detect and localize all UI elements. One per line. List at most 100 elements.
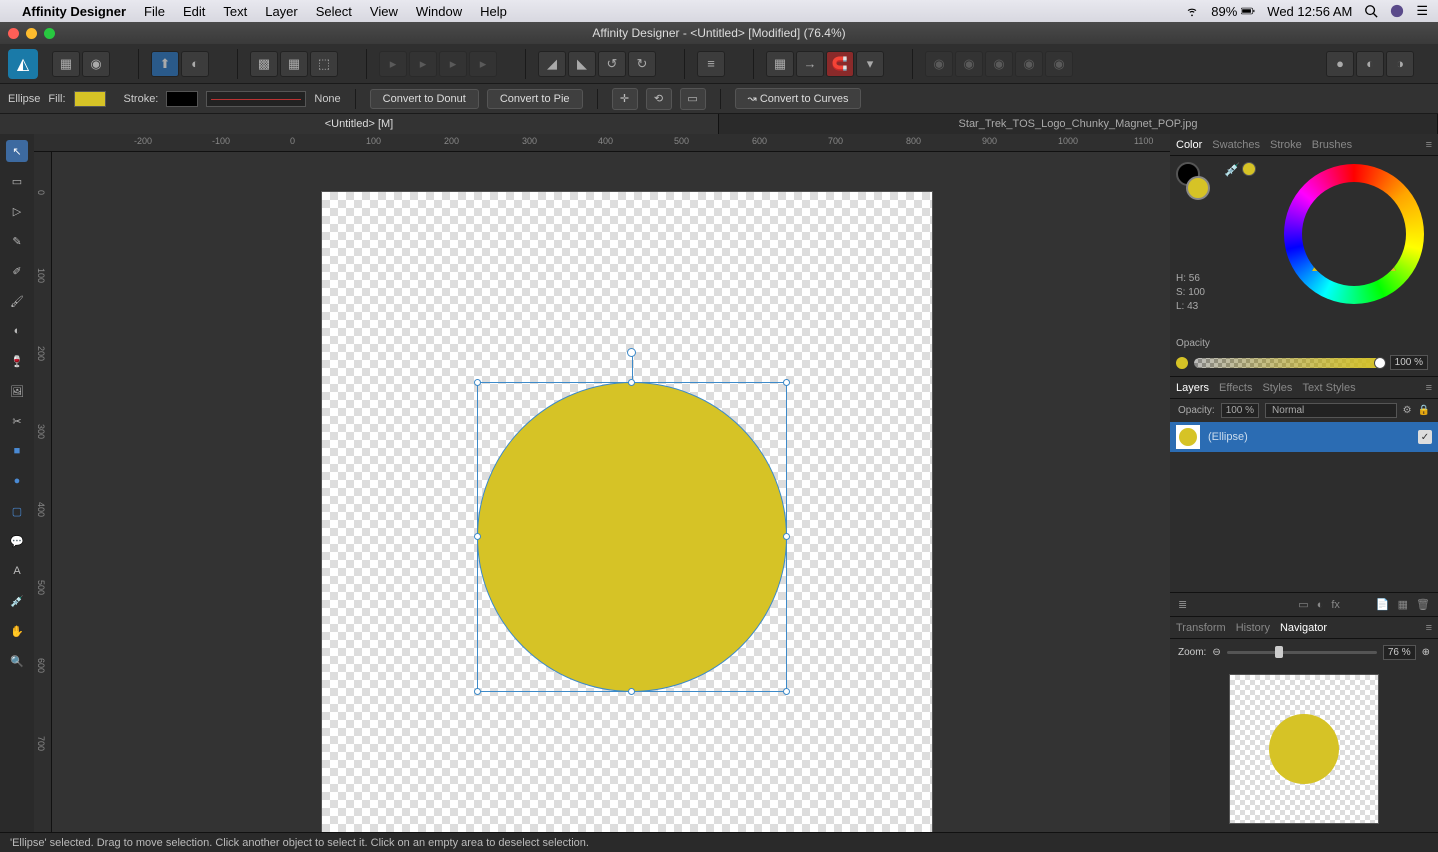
- tab-history[interactable]: History: [1236, 622, 1270, 634]
- fill-tool[interactable]: ◐: [6, 320, 28, 342]
- tab-transform[interactable]: Transform: [1176, 622, 1226, 634]
- menu-text[interactable]: Text: [223, 4, 247, 19]
- mask-icon[interactable]: ▭: [1298, 598, 1308, 611]
- lock-icon[interactable]: 🔒: [1418, 405, 1430, 416]
- tab-stroke[interactable]: Stroke: [1270, 139, 1302, 151]
- resize-handle-tr[interactable]: [783, 379, 790, 386]
- menu-edit[interactable]: Edit: [183, 4, 205, 19]
- fx-icon[interactable]: fx: [1331, 599, 1340, 611]
- tab-swatches[interactable]: Swatches: [1212, 139, 1260, 151]
- clock[interactable]: Wed 12:56 AM: [1267, 4, 1352, 19]
- snap-options-button[interactable]: ▾: [856, 51, 884, 77]
- layer-row-ellipse[interactable]: (Ellipse) ✓: [1170, 422, 1438, 452]
- menu-window[interactable]: Window: [416, 4, 462, 19]
- flip-horizontal-button[interactable]: ◢: [538, 51, 566, 77]
- eyedropper-swatch[interactable]: [1242, 162, 1256, 176]
- zoom-value[interactable]: 76 %: [1383, 645, 1416, 660]
- add-pixel-layer-icon[interactable]: ▦: [1398, 598, 1408, 611]
- menu-layer[interactable]: Layer: [265, 4, 298, 19]
- resize-handle-bl[interactable]: [474, 688, 481, 695]
- blend-mode-select[interactable]: Normal: [1265, 403, 1397, 418]
- select-all-button[interactable]: ▩: [250, 51, 278, 77]
- preview-mode-button[interactable]: ◐: [181, 51, 209, 77]
- eyedropper-icon[interactable]: 💉: [1224, 162, 1240, 178]
- app-name[interactable]: Affinity Designer: [22, 4, 126, 19]
- resize-handle-tm[interactable]: [628, 379, 635, 386]
- insert-behind-button[interactable]: ◐: [1356, 51, 1384, 77]
- wifi-icon[interactable]: [1185, 4, 1199, 18]
- boolean-xor-button[interactable]: ◉: [1015, 51, 1043, 77]
- zoom-slider[interactable]: [1227, 651, 1377, 654]
- move-backward-button[interactable]: ▸: [409, 51, 437, 77]
- layers-empty-area[interactable]: [1170, 452, 1438, 592]
- zoom-tool[interactable]: 🔍: [6, 650, 28, 672]
- app-logo-icon[interactable]: ◭: [8, 49, 38, 79]
- spotlight-icon[interactable]: [1364, 4, 1378, 18]
- boolean-divide-button[interactable]: ◉: [1045, 51, 1073, 77]
- siri-icon[interactable]: [1390, 4, 1404, 18]
- panel-menu-icon[interactable]: ≡: [1426, 139, 1432, 151]
- place-image-tool[interactable]: 🖼: [6, 380, 28, 402]
- view-mode-button[interactable]: ⬆: [151, 51, 179, 77]
- panel-menu-icon[interactable]: ≡: [1426, 622, 1432, 634]
- callout-tool[interactable]: 💬: [6, 530, 28, 552]
- zoom-thumb[interactable]: [1275, 646, 1283, 658]
- rotate-ccw-button[interactable]: ↺: [598, 51, 626, 77]
- boolean-intersect-button[interactable]: ◉: [985, 51, 1013, 77]
- tab-navigator[interactable]: Navigator: [1280, 622, 1327, 634]
- document-tab-untitled[interactable]: <Untitled> [M]: [0, 114, 719, 134]
- boolean-add-button[interactable]: ◉: [925, 51, 953, 77]
- resize-handle-lm[interactable]: [474, 533, 481, 540]
- text-tool[interactable]: A: [6, 560, 28, 582]
- zoom-in-button[interactable]: ⊕: [1422, 647, 1430, 658]
- navigator-preview[interactable]: [1229, 674, 1379, 824]
- tab-text-styles[interactable]: Text Styles: [1302, 382, 1355, 394]
- transform-origin-button[interactable]: ✛: [612, 88, 638, 110]
- node-tool[interactable]: ▷: [6, 200, 28, 222]
- persona-designer-button[interactable]: ▦: [52, 51, 80, 77]
- layer-opacity-value[interactable]: 100 %: [1221, 403, 1259, 418]
- resize-handle-tl[interactable]: [474, 379, 481, 386]
- zoom-out-button[interactable]: ⊖: [1212, 647, 1220, 658]
- fill-color-well[interactable]: [1186, 176, 1210, 200]
- artboard[interactable]: [322, 192, 932, 832]
- convert-to-pie-button[interactable]: Convert to Pie: [487, 89, 583, 109]
- select-same-button[interactable]: ▦: [280, 51, 308, 77]
- stroke-swatch[interactable]: [166, 91, 198, 107]
- resize-handle-rm[interactable]: [783, 533, 790, 540]
- rounded-rect-tool[interactable]: ▢: [6, 500, 28, 522]
- fill-swatch[interactable]: [74, 91, 106, 107]
- transparency-tool[interactable]: 🍷: [6, 350, 28, 372]
- cycle-selection-button[interactable]: ⟲: [646, 88, 672, 110]
- convert-to-donut-button[interactable]: Convert to Donut: [370, 89, 479, 109]
- convert-to-curves-button[interactable]: ↝ Convert to Curves: [735, 88, 862, 109]
- delete-layer-icon[interactable]: 🗑: [1416, 598, 1430, 611]
- canvas-viewport[interactable]: [52, 152, 1170, 832]
- menu-select[interactable]: Select: [316, 4, 352, 19]
- resize-handle-br[interactable]: [783, 688, 790, 695]
- stroke-width-value[interactable]: None: [314, 93, 340, 105]
- rotate-cw-button[interactable]: ↻: [628, 51, 656, 77]
- document-tab-star-trek[interactable]: Star_Trek_TOS_Logo_Chunky_Magnet_POP.jpg: [719, 114, 1438, 134]
- color-picker-tool[interactable]: 💉: [6, 590, 28, 612]
- layer-name[interactable]: (Ellipse): [1208, 431, 1410, 443]
- ellipse-tool[interactable]: ●: [6, 470, 28, 492]
- rotation-handle[interactable]: [627, 348, 636, 357]
- resize-handle-bm[interactable]: [628, 688, 635, 695]
- snap-grid-button[interactable]: ▦: [766, 51, 794, 77]
- layers-stack-icon[interactable]: ≣: [1178, 598, 1187, 611]
- boolean-subtract-button[interactable]: ◉: [955, 51, 983, 77]
- brush-tool[interactable]: 🖌: [6, 290, 28, 312]
- horizontal-ruler[interactable]: -200 -100 0 100 200 300 400 500 600 700 …: [34, 134, 1170, 152]
- show-rotation-button[interactable]: ▭: [680, 88, 706, 110]
- adjustment-icon[interactable]: ◐: [1317, 599, 1324, 611]
- crop-tool[interactable]: ✂: [6, 410, 28, 432]
- battery-status[interactable]: 89%: [1211, 4, 1255, 19]
- opacity-value[interactable]: 100 %: [1390, 355, 1428, 370]
- selection-box[interactable]: [477, 382, 787, 692]
- move-front-button[interactable]: ▸: [469, 51, 497, 77]
- opacity-thumb[interactable]: [1374, 357, 1386, 369]
- tab-brushes[interactable]: Brushes: [1312, 139, 1352, 151]
- flip-vertical-button[interactable]: ◣: [568, 51, 596, 77]
- tab-styles[interactable]: Styles: [1262, 382, 1292, 394]
